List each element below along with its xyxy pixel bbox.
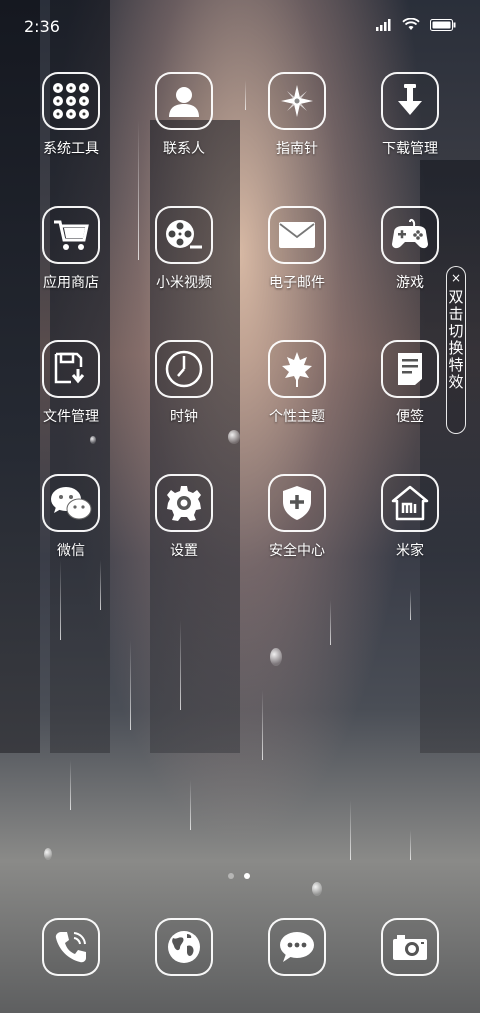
app-label: 米家 xyxy=(396,543,424,559)
app-system-tools[interactable]: 系统工具 xyxy=(21,72,121,158)
dock-camera[interactable] xyxy=(360,918,460,976)
app-label: 下载管理 xyxy=(382,141,438,157)
app-security-center[interactable]: 安全中心 xyxy=(247,474,347,560)
dock-phone[interactable] xyxy=(21,918,121,976)
download-icon xyxy=(381,72,439,130)
app-download-manager[interactable]: 下载管理 xyxy=(360,72,460,158)
shield-icon xyxy=(268,474,326,532)
app-email[interactable]: 电子邮件 xyxy=(247,206,347,292)
app-label: 小米视频 xyxy=(156,275,212,291)
app-clock[interactable]: 时钟 xyxy=(134,340,234,426)
dock-browser[interactable] xyxy=(134,918,234,976)
wifi-icon xyxy=(402,18,420,30)
app-label: 应用商店 xyxy=(43,275,99,291)
gamepad-icon xyxy=(381,206,439,264)
phone-icon xyxy=(42,918,100,976)
battery-icon xyxy=(430,18,456,31)
file-save-icon xyxy=(42,340,100,398)
globe-icon xyxy=(155,918,213,976)
app-label: 安全中心 xyxy=(269,543,325,559)
app-games[interactable]: 游戏 xyxy=(360,206,460,292)
mi-home-icon xyxy=(381,474,439,532)
app-label: 个性主题 xyxy=(269,409,325,425)
app-themes[interactable]: 个性主题 xyxy=(247,340,347,426)
effect-toggle-text: 双击切换特效 xyxy=(446,289,465,391)
camera-icon xyxy=(381,918,439,976)
close-icon[interactable]: × xyxy=(451,271,461,285)
app-store[interactable]: 应用商店 xyxy=(21,206,121,292)
status-bar: 2:36 xyxy=(0,0,480,52)
effect-toggle-pill[interactable]: × 双击切换特效 xyxy=(446,266,466,434)
app-label: 便签 xyxy=(396,409,424,425)
app-label: 设置 xyxy=(170,543,198,559)
app-label: 文件管理 xyxy=(43,409,99,425)
page-dot-1[interactable] xyxy=(228,873,234,879)
app-settings[interactable]: 设置 xyxy=(134,474,234,560)
dock-messages[interactable] xyxy=(247,918,347,976)
note-icon xyxy=(381,340,439,398)
signal-icon xyxy=(376,18,391,31)
status-time: 2:36 xyxy=(24,17,60,36)
compass-icon xyxy=(268,72,326,130)
app-contacts[interactable]: 联系人 xyxy=(134,72,234,158)
app-label: 联系人 xyxy=(163,141,205,157)
page-dot-2-active[interactable] xyxy=(244,873,250,879)
app-mi-video[interactable]: 小米视频 xyxy=(134,206,234,292)
message-icon xyxy=(268,918,326,976)
app-label: 电子邮件 xyxy=(269,275,325,291)
contact-person-icon xyxy=(155,72,213,130)
gear-icon xyxy=(155,474,213,532)
shopping-cart-icon xyxy=(42,206,100,264)
app-label: 指南针 xyxy=(276,141,318,157)
film-reel-icon xyxy=(155,206,213,264)
page-indicator xyxy=(228,873,250,879)
leaf-icon xyxy=(268,340,326,398)
folder-grid-icon xyxy=(42,72,100,130)
app-file-manager[interactable]: 文件管理 xyxy=(21,340,121,426)
envelope-icon xyxy=(268,206,326,264)
app-wechat[interactable]: 微信 xyxy=(21,474,121,560)
app-mi-home[interactable]: 米家 xyxy=(360,474,460,560)
app-label: 时钟 xyxy=(170,409,198,425)
app-compass[interactable]: 指南针 xyxy=(247,72,347,158)
wechat-icon xyxy=(42,474,100,532)
app-label: 微信 xyxy=(57,543,85,559)
clock-icon xyxy=(155,340,213,398)
app-label: 系统工具 xyxy=(43,141,99,157)
